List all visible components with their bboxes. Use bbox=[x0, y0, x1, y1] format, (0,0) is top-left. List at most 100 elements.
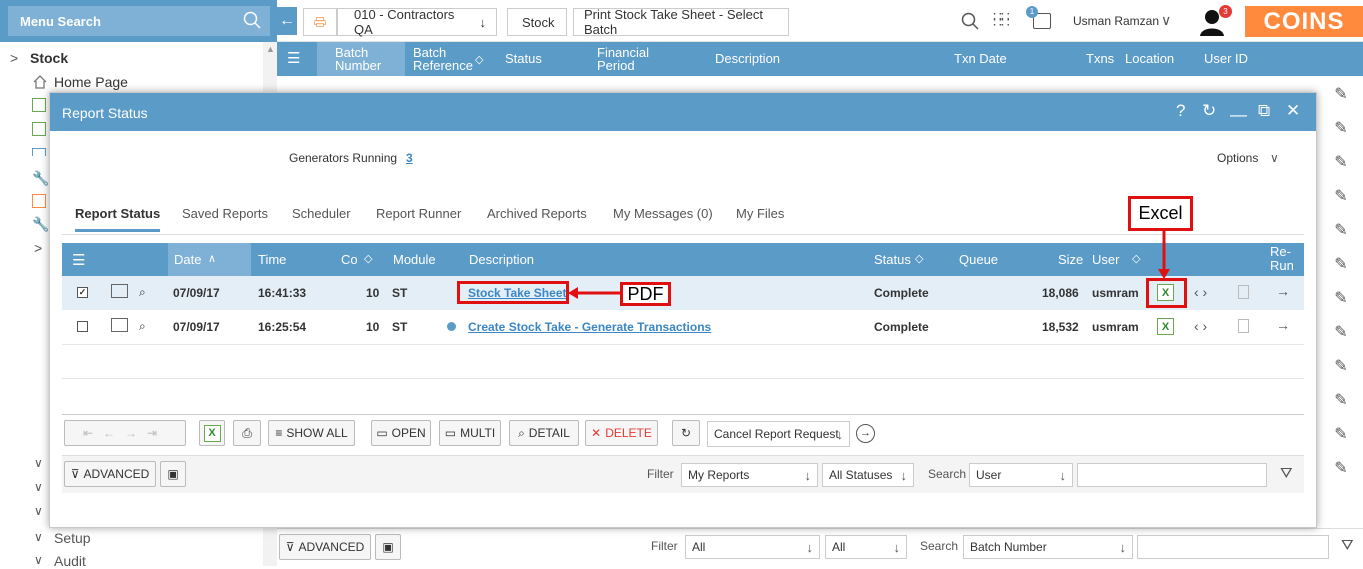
chevron-down-icon[interactable]: ∨ bbox=[34, 456, 43, 470]
edit-icon[interactable]: ✎ bbox=[1330, 390, 1352, 412]
table-row[interactable]: ✓ ⌕ 07/09/17 16:41:33 10 ST Stock Take S… bbox=[62, 276, 1304, 310]
save-icon[interactable]: ▣ bbox=[375, 534, 401, 560]
edit-icon[interactable]: ✎ bbox=[1330, 118, 1352, 140]
chevron-down-icon[interactable]: ∨ bbox=[34, 504, 43, 518]
filter-icon[interactable]: ⛛ bbox=[1341, 537, 1354, 554]
sort-icon[interactable]: ◇ bbox=[475, 54, 483, 67]
table-row[interactable]: ⌕ 07/09/17 16:25:54 10 ST Create Stock T… bbox=[62, 310, 1304, 344]
help-icon[interactable]: ? bbox=[1176, 101, 1185, 121]
cancel-request-select[interactable]: Cancel Report Request ↓ bbox=[707, 421, 850, 447]
edit-icon[interactable]: ✎ bbox=[1330, 254, 1352, 276]
document-icon[interactable] bbox=[1238, 285, 1249, 299]
edit-icon[interactable]: ✎ bbox=[1330, 84, 1352, 106]
col-status[interactable]: Status bbox=[505, 52, 542, 65]
edit-icon[interactable]: ✎ bbox=[1330, 458, 1352, 480]
chevron-down-icon[interactable]: ∨ bbox=[34, 553, 43, 567]
edit-icon[interactable]: ✎ bbox=[1330, 356, 1352, 378]
breadcrumb-company[interactable]: 010 - Contractors QA ↓ bbox=[337, 7, 497, 37]
list-menu-icon[interactable]: ☰ bbox=[72, 251, 85, 269]
list-menu-icon[interactable]: ☰ bbox=[287, 51, 300, 66]
sort-icon[interactable]: ◇ bbox=[1132, 252, 1140, 265]
search-icon[interactable] bbox=[961, 12, 979, 33]
refresh-button[interactable]: ↻ bbox=[672, 420, 700, 446]
search-input[interactable] bbox=[1077, 463, 1267, 487]
apps-grid-icon[interactable]: ∷∷ ∷∷ bbox=[993, 9, 1010, 29]
refresh-icon[interactable]: ↻ bbox=[1202, 101, 1216, 121]
col-date[interactable]: Date bbox=[174, 252, 201, 267]
row-description-link[interactable]: Create Stock Take - Generate Transaction… bbox=[468, 320, 711, 334]
status-select[interactable]: All Statuses ↓ bbox=[822, 463, 914, 487]
rerun-arrow-icon[interactable]: → bbox=[1276, 283, 1290, 299]
document-icon[interactable] bbox=[1238, 319, 1249, 333]
wrench-icon[interactable]: 🔧 bbox=[32, 216, 49, 233]
generators-count-link[interactable]: 3 bbox=[406, 151, 413, 165]
tab-archived-reports[interactable]: Archived Reports bbox=[487, 206, 587, 221]
sort-up-icon[interactable]: ∧ bbox=[208, 252, 216, 265]
breadcrumb-page[interactable]: Print Stock Take Sheet - Select Batch bbox=[573, 7, 789, 37]
go-arrow-icon[interactable]: → bbox=[856, 424, 875, 443]
user-name[interactable]: Usman Ramzan bbox=[1073, 14, 1159, 28]
code-icon[interactable]: ‹ › bbox=[1194, 318, 1207, 334]
printer-icon[interactable] bbox=[32, 194, 46, 208]
tab-scheduler[interactable]: Scheduler bbox=[292, 206, 351, 221]
sidebar-item-home[interactable]: Home Page bbox=[54, 74, 128, 90]
enter-icon[interactable] bbox=[32, 98, 46, 112]
preview-icon[interactable]: ⌕ bbox=[139, 319, 146, 334]
col-module[interactable]: Module bbox=[393, 252, 436, 267]
col-status[interactable]: Status bbox=[874, 252, 911, 267]
detail-button[interactable]: ⌕ DETAIL bbox=[509, 420, 579, 446]
sidebar-item-stock[interactable]: Stock bbox=[30, 50, 68, 66]
edit-icon[interactable]: ✎ bbox=[1330, 322, 1352, 344]
wrench-icon[interactable]: 🔧 bbox=[32, 170, 49, 187]
back-button[interactable]: ← bbox=[277, 7, 297, 35]
folder-icon[interactable] bbox=[32, 148, 46, 156]
export-excel-button[interactable]: X bbox=[199, 420, 225, 446]
status-select[interactable]: All ↓ bbox=[825, 535, 907, 559]
col-user-id[interactable]: User ID bbox=[1204, 52, 1248, 65]
folder-icon[interactable] bbox=[111, 284, 128, 298]
folder-icon[interactable] bbox=[111, 318, 128, 332]
close-icon[interactable]: ✕ bbox=[1286, 101, 1300, 121]
edit-icon[interactable]: ✎ bbox=[1330, 152, 1352, 174]
code-icon[interactable]: ‹ › bbox=[1194, 284, 1207, 300]
chevron-right-icon[interactable]: > bbox=[34, 240, 42, 256]
filter-select[interactable]: All ↓ bbox=[685, 535, 820, 559]
col-description[interactable]: Description bbox=[469, 252, 534, 267]
chevron-right-icon[interactable]: > bbox=[10, 50, 18, 66]
tab-my-messages[interactable]: My Messages (0) bbox=[613, 206, 713, 221]
col-user[interactable]: User bbox=[1092, 252, 1119, 267]
tab-my-files[interactable]: My Files bbox=[736, 206, 784, 221]
options-menu[interactable]: Options bbox=[1217, 151, 1258, 165]
chevron-down-icon[interactable]: ∨ bbox=[1270, 151, 1279, 165]
search-icon[interactable] bbox=[243, 11, 261, 32]
col-financial-period[interactable]: Financial Period bbox=[597, 46, 657, 72]
row-checkbox-checked[interactable]: ✓ bbox=[77, 287, 88, 298]
open-button[interactable]: ▭ OPEN bbox=[371, 420, 431, 446]
minimize-icon[interactable]: — bbox=[1230, 105, 1247, 125]
col-description[interactable]: Description bbox=[715, 52, 780, 65]
multi-button[interactable]: ▭ MULTI bbox=[439, 420, 501, 446]
row-checkbox[interactable] bbox=[77, 321, 88, 332]
chevron-down-icon[interactable]: ∨ bbox=[34, 480, 43, 494]
col-batch-number[interactable]: Batch Number bbox=[335, 46, 395, 72]
tab-report-status[interactable]: Report Status bbox=[75, 206, 161, 232]
excel-icon[interactable]: X bbox=[1157, 318, 1174, 335]
col-txn-date[interactable]: Txn Date bbox=[954, 52, 1007, 65]
tab-saved-reports[interactable]: Saved Reports bbox=[182, 206, 268, 221]
search-field-select[interactable]: Batch Number ↓ bbox=[963, 535, 1133, 559]
col-batch-reference[interactable]: Batch Reference bbox=[413, 46, 473, 72]
chevron-down-icon[interactable]: ∨ bbox=[34, 530, 43, 544]
delete-button[interactable]: ✕ DELETE bbox=[585, 420, 658, 446]
col-rerun[interactable]: Re-Run bbox=[1270, 245, 1294, 273]
menu-search-input[interactable] bbox=[8, 6, 270, 36]
col-time[interactable]: Time bbox=[258, 252, 286, 267]
sidebar-item-audit[interactable]: Audit bbox=[54, 553, 86, 569]
preview-icon[interactable]: ⌕ bbox=[139, 285, 146, 300]
edit-icon[interactable]: ✎ bbox=[1330, 424, 1352, 446]
search-field-select[interactable]: User ↓ bbox=[969, 463, 1073, 487]
col-co[interactable]: Co bbox=[341, 252, 358, 267]
show-all-button[interactable]: ≡ SHOW ALL bbox=[268, 420, 355, 446]
breadcrumb-module[interactable]: Stock bbox=[507, 8, 567, 36]
popout-icon[interactable]: ⧉ bbox=[1258, 101, 1270, 121]
rerun-arrow-icon[interactable]: → bbox=[1276, 317, 1290, 333]
